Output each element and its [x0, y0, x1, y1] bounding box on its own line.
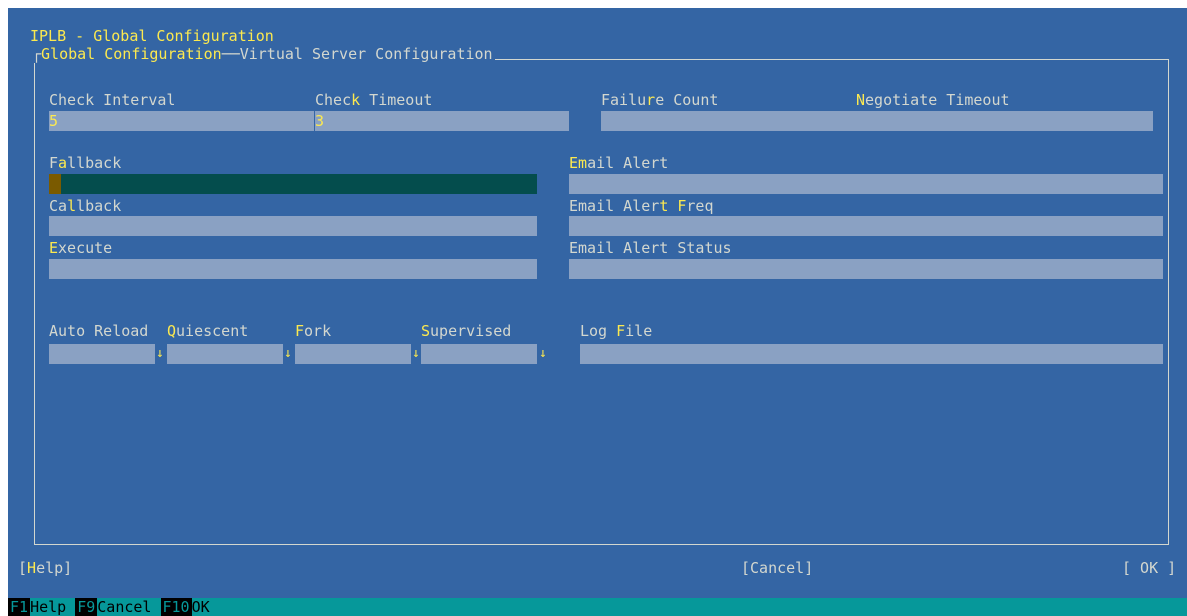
f1-label[interactable]: Help	[30, 598, 66, 616]
auto-reload-label: Auto Reload	[49, 322, 149, 340]
text-cursor	[49, 174, 61, 194]
execute-label: Execute	[49, 239, 113, 257]
fork-select[interactable]	[295, 344, 411, 364]
f10-label[interactable]: OK	[192, 598, 210, 616]
f10-key[interactable]: F10	[160, 598, 192, 616]
tab-bar: ┌Global Configuration──Virtual Server Co…	[32, 45, 495, 63]
function-key-bar: F1 Help F9 Cancel F10 OK	[8, 598, 1187, 616]
fallback-input[interactable]	[49, 174, 537, 194]
auto-reload-select[interactable]	[49, 344, 155, 364]
fork-chevron-down-icon[interactable]: ↓	[412, 346, 420, 362]
tab-virtual-server-configuration[interactable]: Virtual Server Configuration	[240, 45, 493, 63]
callback-label: Callback	[49, 197, 122, 215]
supervised-chevron-down-icon[interactable]: ↓	[539, 346, 547, 362]
check-timeout-label: Check Timeout	[315, 91, 433, 109]
terminal-screen: IPLB - Global Configuration ┌Global Conf…	[8, 8, 1187, 616]
email-alert-freq-input[interactable]	[569, 216, 1163, 236]
quiescent-label: Quiescent	[167, 322, 249, 340]
quiescent-select[interactable]	[167, 344, 283, 364]
cancel-button[interactable]: [Cancel]	[741, 559, 813, 577]
f1-key[interactable]: F1	[8, 598, 31, 616]
f9-label[interactable]: Cancel	[97, 598, 151, 616]
quiescent-chevron-down-icon[interactable]: ↓	[284, 346, 292, 362]
window-title: IPLB - Global Configuration	[30, 27, 274, 45]
fork-label: Fork	[295, 322, 332, 340]
check-interval-label: Check Interval	[49, 91, 176, 109]
check-interval-input[interactable]: 5	[49, 111, 314, 131]
ok-button[interactable]: [ OK ]	[1122, 559, 1176, 577]
f9-key[interactable]: F9	[75, 598, 98, 616]
help-button[interactable]: [Help]	[18, 559, 72, 577]
supervised-label: Supervised	[421, 322, 512, 340]
email-alert-input[interactable]	[569, 174, 1163, 194]
auto-reload-chevron-down-icon[interactable]: ↓	[156, 346, 164, 362]
tab-global-configuration[interactable]: Global Configuration	[41, 45, 222, 63]
failure-count-input[interactable]	[601, 111, 1153, 131]
check-timeout-input[interactable]: 3	[315, 111, 569, 131]
email-alert-label: Email Alert	[569, 154, 669, 172]
supervised-select[interactable]	[421, 344, 537, 364]
log-file-input[interactable]	[580, 344, 1163, 364]
email-alert-freq-label: Email Alert Freq	[569, 197, 714, 215]
callback-input[interactable]	[49, 216, 537, 236]
negotiate-timeout-label: Negotiate Timeout	[856, 91, 1010, 109]
failure-count-label: Failure Count	[601, 91, 719, 109]
email-alert-status-input[interactable]	[569, 259, 1163, 279]
log-file-label: Log File	[580, 322, 653, 340]
email-alert-status-label: Email Alert Status	[569, 239, 732, 257]
config-frame	[34, 59, 1169, 545]
fallback-label: Fallback	[49, 154, 122, 172]
execute-input[interactable]	[49, 259, 537, 279]
